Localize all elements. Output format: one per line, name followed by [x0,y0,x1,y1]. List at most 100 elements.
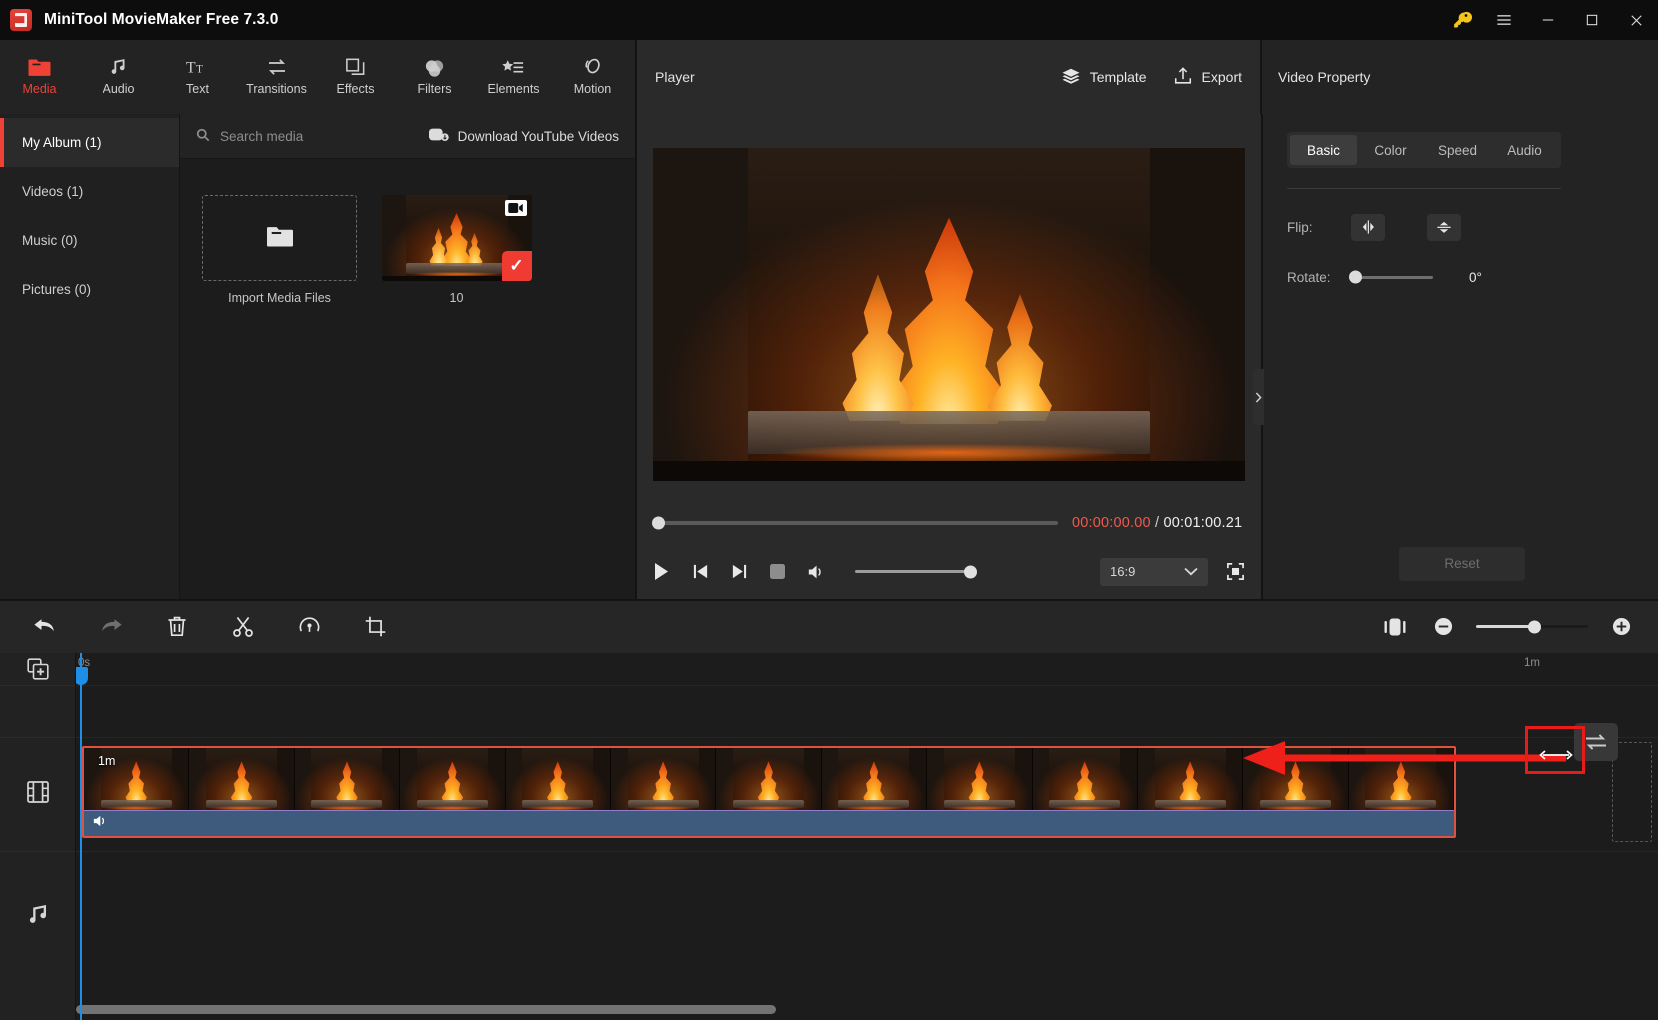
split-icon[interactable] [228,612,258,642]
main-area: My Album (1) Videos (1) Music (0) Pictur… [0,114,1658,599]
elements-icon [501,52,526,78]
undo-icon[interactable] [30,612,60,642]
tab-audio[interactable]: Audio [1491,135,1558,165]
volume-icon[interactable] [93,814,110,833]
ribbon-tab-media[interactable]: Media [0,46,79,96]
scrollbar-thumb[interactable] [76,1005,776,1014]
tab-basic[interactable]: Basic [1290,135,1357,165]
ribbon-tab-label: Transitions [246,82,307,96]
aspect-ratio-value: 16:9 [1110,564,1135,579]
timeline-row-video[interactable]: 1m [76,737,1658,851]
aspect-ratio-select[interactable]: 16:9 [1100,558,1208,586]
clip-frame [1243,748,1348,814]
import-media-cell[interactable]: Import Media Files [202,195,357,305]
fullscreen-icon[interactable] [1226,562,1245,581]
template-button[interactable]: Template [1061,67,1147,88]
clip-frame [295,748,400,814]
flip-vertical-icon[interactable] [1427,214,1461,241]
tab-color[interactable]: Color [1357,135,1424,165]
ribbon-tab-elements[interactable]: Elements [474,46,553,96]
ribbon-tab-motion[interactable]: Motion [553,46,632,96]
audio-track-header[interactable] [0,851,75,981]
media-item[interactable]: ✓ 10 [379,195,534,305]
key-icon[interactable] [1442,0,1482,40]
prev-frame-icon[interactable] [692,563,709,580]
timeline-zoom-slider[interactable] [1476,625,1588,628]
ribbon-tab-filters[interactable]: Filters [395,46,474,96]
fit-timeline-icon[interactable] [1380,612,1410,642]
timeline-tracks[interactable]: 0s 1m [76,653,1658,1020]
tab-label: Color [1374,143,1406,158]
search-input[interactable] [220,129,380,144]
rotate-slider[interactable] [1351,276,1433,279]
app-title: MiniTool MovieMaker Free 7.3.0 [44,11,278,29]
media-thumbnail[interactable]: ✓ [382,195,532,281]
timeline-ruler[interactable]: 0s 1m [76,653,1658,685]
volume-knob[interactable] [964,565,977,578]
ribbon-tabs: Media Audio TT Text Transitions [0,40,635,114]
tab-speed[interactable]: Speed [1424,135,1491,165]
current-time: 00:00:00.00 [1072,515,1151,531]
album-item-label: My Album (1) [22,135,102,150]
clip-frame [1138,748,1243,814]
delete-icon[interactable] [162,612,192,642]
ribbon-tab-text[interactable]: TT Text [158,46,237,96]
sidebar-item-pictures[interactable]: Pictures (0) [0,265,179,314]
next-frame-icon[interactable] [731,563,748,580]
volume-icon[interactable] [807,563,827,581]
search-box[interactable] [196,128,380,145]
sidebar-item-videos[interactable]: Videos (1) [0,167,179,216]
export-icon [1173,66,1193,89]
clip-frame [716,748,821,814]
video-type-badge-icon [505,200,527,216]
clip-frame-strip [84,748,1454,814]
reset-button[interactable]: Reset [1399,547,1525,581]
flip-horizontal-icon[interactable] [1351,214,1385,241]
rotate-row: Rotate: 0° [1287,257,1637,297]
minimize-icon[interactable] [1526,0,1570,40]
media-selected-check-icon[interactable]: ✓ [502,251,532,281]
play-icon[interactable] [653,562,670,581]
maximize-icon[interactable] [1570,0,1614,40]
transition-icon [265,52,289,78]
playback-progress-knob[interactable] [652,516,665,529]
sidebar-item-music[interactable]: Music (0) [0,216,179,265]
video-track-header[interactable] [0,737,75,851]
export-button[interactable]: Export [1173,66,1242,89]
zoom-slider-knob[interactable] [1528,620,1541,633]
ribbon-tab-transitions[interactable]: Transitions [237,46,316,96]
timeline-row-empty[interactable] [76,685,1658,737]
ribbon-tab-audio[interactable]: Audio [79,46,158,96]
import-media-dropzone[interactable] [202,195,357,281]
video-preview-wrapper [637,114,1261,501]
hamburger-icon[interactable] [1482,0,1526,40]
collapse-panel-handle[interactable] [1253,369,1264,425]
redo-icon[interactable] [96,612,126,642]
playhead[interactable] [80,653,82,1020]
video-clip[interactable]: 1m [82,746,1456,838]
download-youtube-button[interactable]: Download YouTube Videos [429,127,619,145]
add-media-icon[interactable] [0,653,75,685]
ribbon-tab-effects[interactable]: Effects [316,46,395,96]
timeline-row-audio[interactable] [76,851,1658,981]
speed-icon[interactable] [294,612,324,642]
ribbon-tab-label: Effects [337,82,375,96]
video-preview[interactable] [653,148,1245,481]
playback-progress-slider[interactable] [653,521,1058,525]
timecode-display: 00:00:00.00 / 00:01:00.21 [1072,515,1242,531]
effects-icon [344,52,367,78]
zoom-in-icon[interactable] [1606,612,1636,642]
close-icon[interactable] [1614,0,1658,40]
volume-slider[interactable] [855,570,975,573]
stop-icon[interactable] [770,564,785,579]
add-clip-placeholder[interactable] [1612,742,1652,842]
zoom-out-icon[interactable] [1428,612,1458,642]
crop-icon[interactable] [360,612,390,642]
clip-audio-strip[interactable] [84,810,1454,836]
clip-frame [927,748,1032,814]
sidebar-item-my-album[interactable]: My Album (1) [0,118,179,167]
playhead-handle[interactable] [76,667,88,685]
timeline-horizontal-scrollbar[interactable] [76,1005,1640,1014]
player-panel: 00:00:00.00 / 00:01:00.21 [635,114,1261,599]
rotate-knob[interactable] [1349,271,1362,284]
